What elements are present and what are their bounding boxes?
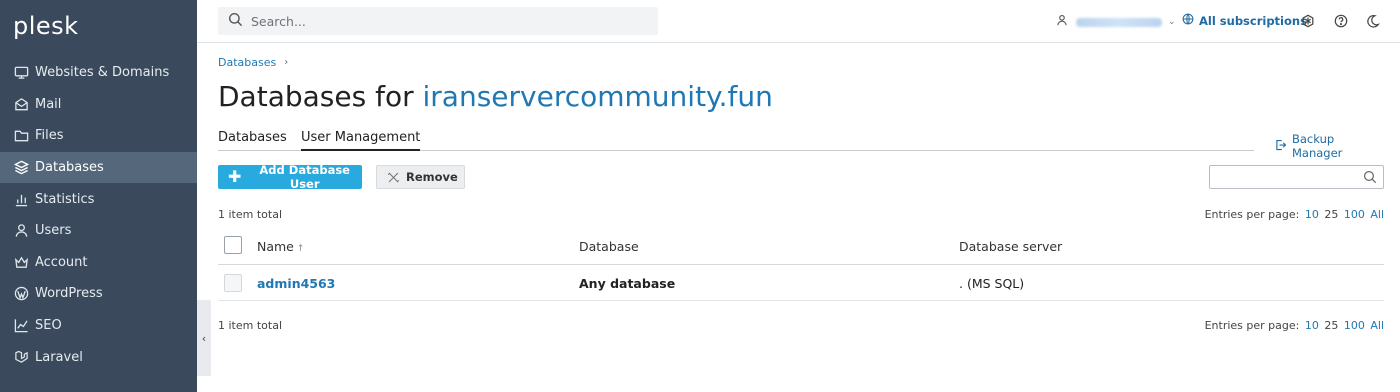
column-name-header[interactable]: Name ↑ bbox=[257, 239, 304, 254]
entries-label: Entries per page: bbox=[1204, 319, 1300, 332]
entries-option-100[interactable]: 100 bbox=[1344, 208, 1365, 221]
sidebar-item-label: Laravel bbox=[35, 349, 83, 365]
select-all-checkbox[interactable] bbox=[224, 236, 242, 254]
page-title: Databases for iranservercommunity.fun bbox=[218, 80, 773, 113]
sidebar-item-databases[interactable]: Databases bbox=[0, 151, 197, 184]
entries-per-page: Entries per page: 10 25 100 All bbox=[1205, 319, 1384, 332]
sidebar-item-files[interactable]: Files bbox=[0, 120, 197, 152]
sort-asc-icon: ↑ bbox=[296, 244, 305, 254]
entries-option-25: 25 bbox=[1324, 208, 1339, 221]
row-name-link[interactable]: admin4563 bbox=[257, 276, 335, 291]
row-server: . (MS SQL) bbox=[959, 276, 1025, 291]
sidebar-nav: Websites & Domains Mail Files Databases … bbox=[0, 57, 197, 373]
sidebar-item-label: WordPress bbox=[35, 286, 103, 302]
sidebar-item-statistics[interactable]: Statistics bbox=[0, 183, 197, 215]
backup-manager-link[interactable]: Backup Manager bbox=[1275, 132, 1384, 160]
user-icon bbox=[13, 223, 29, 239]
backup-icon bbox=[1275, 139, 1287, 154]
sidebar-item-label: Files bbox=[35, 128, 64, 144]
laravel-icon bbox=[13, 349, 29, 365]
sidebar-item-label: Users bbox=[35, 223, 72, 239]
tab-bar: Databases User Management bbox=[218, 130, 1254, 151]
mail-icon bbox=[13, 96, 29, 112]
sidebar-item-label: Account bbox=[35, 254, 88, 270]
list-toolbar: ✚ Add Database User Remove bbox=[218, 163, 1384, 191]
subscriptions-selector[interactable]: All subscriptions bbox=[1182, 13, 1307, 28]
entries-label: Entries per page: bbox=[1204, 208, 1300, 221]
table-header: Name ↑ Database Database server bbox=[218, 228, 1384, 265]
items-total: 1 item total bbox=[218, 208, 282, 221]
help-icon[interactable] bbox=[1333, 13, 1349, 29]
sidebar-item-users[interactable]: Users bbox=[0, 215, 197, 247]
subscriptions-label: All subscriptions bbox=[1199, 13, 1307, 28]
items-total: 1 item total bbox=[218, 319, 282, 332]
sidebar-item-websites-domains[interactable]: Websites & Domains bbox=[0, 57, 197, 89]
breadcrumb: Databases › bbox=[218, 56, 288, 69]
add-database-user-button[interactable]: ✚ Add Database User bbox=[218, 163, 362, 191]
remove-button[interactable]: Remove bbox=[376, 165, 465, 189]
sidebar-item-account[interactable]: Account bbox=[0, 247, 197, 279]
remove-icon bbox=[387, 171, 400, 184]
column-server-header[interactable]: Database server bbox=[959, 239, 1062, 254]
folder-icon bbox=[13, 128, 29, 144]
sidebar-collapse-handle[interactable]: ‹ bbox=[197, 300, 211, 376]
user-menu[interactable]: ⌄ bbox=[1056, 14, 1176, 30]
list-meta-top: 1 item total Entries per page: 10 25 100… bbox=[218, 208, 1384, 221]
chevron-right-icon: › bbox=[284, 57, 289, 68]
remove-button-label: Remove bbox=[406, 170, 458, 184]
column-database-header[interactable]: Database bbox=[579, 239, 639, 254]
entries-option-10[interactable]: 10 bbox=[1305, 319, 1319, 332]
sidebar-item-label: Statistics bbox=[35, 191, 95, 207]
plesk-logo[interactable]: plesk bbox=[13, 12, 79, 40]
dark-mode-icon[interactable] bbox=[1365, 13, 1381, 29]
breadcrumb-databases-link[interactable]: Databases bbox=[218, 56, 276, 69]
seo-chart-icon bbox=[13, 318, 29, 334]
bar-chart-icon bbox=[13, 191, 29, 207]
sidebar-item-label: Mail bbox=[35, 96, 62, 112]
backup-manager-label: Backup Manager bbox=[1292, 132, 1343, 160]
user-name-redacted bbox=[1076, 17, 1162, 27]
sidebar-item-wordpress[interactable]: WordPress bbox=[0, 278, 197, 310]
row-checkbox[interactable] bbox=[224, 274, 242, 292]
tab-user-management[interactable]: User Management bbox=[301, 130, 421, 151]
database-users-table: Name ↑ Database Database server admin4563… bbox=[218, 228, 1384, 301]
add-button-label: Add Database User bbox=[259, 163, 350, 191]
sidebar-item-mail[interactable]: Mail bbox=[0, 89, 197, 121]
globe-icon bbox=[1182, 13, 1194, 28]
entries-option-10[interactable]: 10 bbox=[1305, 208, 1319, 221]
entries-option-all[interactable]: All bbox=[1370, 319, 1384, 332]
crown-icon bbox=[13, 254, 29, 270]
sidebar: plesk Websites & Domains Mail Files Data… bbox=[0, 0, 197, 392]
page-title-prefix: Databases for bbox=[218, 80, 423, 113]
sidebar-item-label: SEO bbox=[35, 318, 62, 334]
layers-icon bbox=[13, 160, 29, 176]
search-input[interactable] bbox=[251, 13, 641, 29]
wordpress-icon bbox=[13, 286, 29, 302]
entries-per-page: Entries per page: 10 25 100 All bbox=[1205, 208, 1384, 221]
table-row: admin4563 Any database . (MS SQL) bbox=[218, 265, 1384, 301]
list-search[interactable] bbox=[1209, 165, 1384, 189]
sidebar-item-label: Databases bbox=[35, 160, 104, 176]
entries-option-25: 25 bbox=[1324, 319, 1339, 332]
entries-option-all[interactable]: All bbox=[1370, 208, 1384, 221]
user-icon bbox=[1056, 14, 1068, 30]
global-search[interactable] bbox=[218, 7, 658, 35]
monitor-icon bbox=[13, 65, 29, 81]
tab-databases[interactable]: Databases bbox=[218, 130, 287, 151]
plus-icon: ✚ bbox=[228, 167, 242, 186]
search-icon[interactable] bbox=[1363, 170, 1377, 188]
list-meta-bottom: 1 item total Entries per page: 10 25 100… bbox=[218, 319, 1384, 332]
chevron-down-icon: ⌄ bbox=[1168, 17, 1176, 27]
extensions-icon[interactable] bbox=[1300, 13, 1316, 29]
list-search-input[interactable] bbox=[1214, 166, 1359, 188]
page-title-domain-link[interactable]: iranservercommunity.fun bbox=[423, 80, 773, 113]
sidebar-item-laravel[interactable]: Laravel bbox=[0, 341, 197, 373]
sidebar-item-seo[interactable]: SEO bbox=[0, 310, 197, 342]
entries-option-100[interactable]: 100 bbox=[1344, 319, 1365, 332]
chevron-left-icon: ‹ bbox=[201, 331, 207, 345]
topbar: ⌄ All subscriptions bbox=[197, 0, 1400, 43]
search-icon bbox=[228, 12, 243, 31]
row-database: Any database bbox=[579, 276, 676, 291]
sidebar-item-label: Websites & Domains bbox=[35, 65, 170, 81]
